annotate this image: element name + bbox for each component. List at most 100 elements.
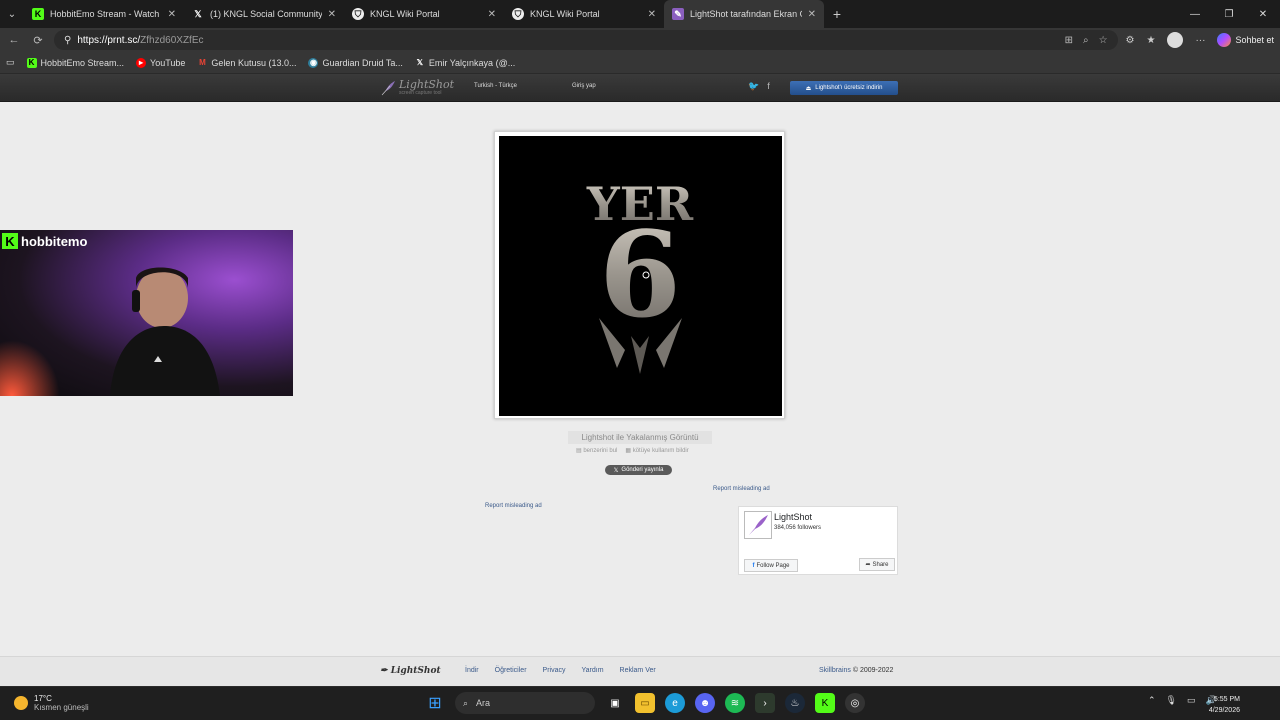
download-button[interactable]: ⏏ Lightshot'ı ücretsiz indirin [790,81,898,95]
streamer-figure [110,267,220,396]
minimize-icon[interactable]: — [1178,0,1212,28]
footer-copyright: Skillbrains © 2009-2022 [819,667,893,674]
footer-link-advertise[interactable]: Reklam Ver [620,667,656,674]
back-arrow-icon[interactable]: ← [6,34,22,46]
footer-link-help[interactable]: Yardım [581,667,603,674]
footer-logo[interactable]: ✒ LightShot [380,666,441,676]
copilot-button[interactable]: Sohbet et [1217,33,1274,47]
screenshot-image[interactable]: YER 6 [499,136,782,416]
file-explorer-icon[interactable]: ▭ [635,693,655,713]
report-ad-link-left[interactable]: Report misleading ad [485,503,542,509]
feather-icon [381,81,395,96]
report-abuse-link[interactable]: ▦ kötüye kullanım bildir [625,447,688,454]
window-controls: — ❐ ✕ [1178,0,1280,28]
share-button[interactable]: ➦ Share [859,558,895,571]
bookmark-gmail[interactable]: M Gelen Kutusu (13.0... [197,58,296,68]
favorites-icon[interactable]: ★ [1147,35,1156,46]
kick-channel-badge: K hobbitemo [2,233,87,249]
tab-title: (1) KNGL Social Community / X [210,9,322,19]
network-icon[interactable]: ▭ [1187,695,1196,706]
edge-browser-icon[interactable]: e [665,693,685,713]
obs-icon[interactable]: ◎ [845,693,865,713]
x-icon: 𝕏 [416,58,424,67]
post-tweet-button[interactable]: 𝕏 Gönderi yayınla [605,465,672,475]
bookmark-emir[interactable]: 𝕏 Emir Yalçınkaya (@... [415,58,516,68]
close-icon[interactable]: ✕ [648,9,656,20]
footer-link-download[interactable]: İndir [465,667,479,674]
tab-kngl-wiki-1[interactable]: ⛉ KNGL Wiki Portal ✕ [344,0,504,28]
taskbar-search-input[interactable]: ⌕ Ara [455,692,595,714]
bookmarks-bar: ▭ K HobbitEmo Stream... ▸ YouTube M Gele… [0,52,1280,74]
tab-hobbitemo-stream[interactable]: K HobbitEmo Stream - Watch Live o ✕ [24,0,184,28]
tab-lightshot[interactable]: ✎ LightShot tarafından Ekran Görünt ✕ [664,0,824,28]
twitter-icon[interactable]: 🐦 [748,81,759,92]
discord-icon[interactable]: ☻ [695,693,715,713]
logo-name: LightShot [399,78,455,91]
close-window-icon[interactable]: ✕ [1246,0,1280,28]
tab-actions-chevron-icon[interactable]: ⌄ [0,0,24,28]
clock-time: 5:55 PM [1213,696,1240,703]
favorite-star-icon[interactable]: ☆ [1099,35,1108,46]
url-actions: ⊞ ⌕ ☆ [1065,35,1108,46]
follow-page-button[interactable]: f Follow Page [744,559,798,572]
find-similar-label: benzerini bul [583,448,618,454]
close-icon[interactable]: ✕ [808,9,816,20]
bookmarks-toggle-icon[interactable]: ▭ [6,57,15,68]
extensions-icon[interactable]: ⚙ [1126,35,1135,46]
close-icon[interactable]: ✕ [488,9,496,20]
start-windows-icon[interactable]: ⊞ [425,693,445,713]
report-ad-link-right[interactable]: Report misleading ad [713,486,770,492]
task-view-icon[interactable]: ▣ [605,693,625,713]
temperature: 17°C [34,694,52,703]
lightshot-logo[interactable]: LightShot screen capture tool [380,78,470,98]
facebook-page-widget: LightShot 384,056 followers f Follow Pag… [738,506,898,575]
address-bar-row: ← ⟳ ⚲ https://prnt.sc/ Zfhzd60XZfEc ⊞ ⌕ … [0,28,1280,52]
tab-title: KNGL Wiki Portal [530,9,600,19]
bookmark-guardian-druid[interactable]: ◉ Guardian Druid Ta... [308,57,403,68]
profile-avatar[interactable] [1167,32,1184,48]
share-arrow-icon: ➦ [865,562,871,568]
facebook-icon[interactable]: f [767,81,770,92]
bookmark-label: YouTube [150,57,186,68]
terminal-icon[interactable]: › [755,693,775,713]
skillbrains-link[interactable]: Skillbrains [819,667,851,674]
lightshot-icon: ✎ [672,8,684,20]
tab-kngl-social[interactable]: 𝕏 (1) KNGL Social Community / X ✕ [184,0,344,28]
new-tab-plus-icon[interactable]: + [824,0,850,28]
find-similar-link[interactable]: ▤ benzerini bul [576,447,617,454]
tray-chevron-icon[interactable]: ⌃ [1148,695,1156,706]
login-link[interactable]: Giriş yap [572,83,596,89]
search-icon: ⌕ [463,697,469,708]
zoom-icon[interactable]: ⌕ [1083,35,1089,46]
more-menu-icon[interactable]: ··· [1195,35,1205,46]
tab-title: KNGL Wiki Portal [370,9,440,19]
fb-page-name[interactable]: LightShot [774,512,812,522]
x-icon: 𝕏 [194,8,202,19]
footer-link-privacy[interactable]: Privacy [543,667,566,674]
footer-link-tutorials[interactable]: Öğreticiler [495,667,527,674]
url-input[interactable]: ⚲ https://prnt.sc/ Zfhzd60XZfEc ⊞ ⌕ ☆ [54,30,1118,50]
bookmark-hobbitemo[interactable]: K HobbitEmo Stream... [26,57,124,68]
spotify-icon[interactable]: ≋ [725,693,745,713]
close-icon[interactable]: ✕ [168,9,176,20]
kick-app-icon[interactable]: K [815,693,835,713]
screenshot-caption: Lightshot ile Yakalanmış Görüntü [568,431,712,444]
copilot-icon [1217,33,1232,47]
app-install-icon[interactable]: ⊞ [1065,35,1073,46]
lightshot-page-avatar[interactable] [744,511,772,539]
close-icon[interactable]: ✕ [328,9,336,20]
reload-icon[interactable]: ⟳ [30,34,46,47]
microphone-icon[interactable]: 🎙 [1166,695,1177,706]
kick-icon: K [26,57,37,68]
url-path: Zfhzd60XZfEc [140,34,204,46]
bookmark-youtube[interactable]: ▸ YouTube [136,57,186,68]
weather-widget[interactable]: 17°C Kısmen güneşli [14,694,89,712]
webcam-overlay: K hobbitemo [0,230,293,396]
tab-kngl-wiki-2[interactable]: ⛉ KNGL Wiki Portal ✕ [504,0,664,28]
steam-icon[interactable]: ♨ [785,693,805,713]
system-clock[interactable]: 5:55 PM 4/29/2026 [1200,694,1240,716]
language-select[interactable]: Turkish - Türkçe [474,83,517,89]
site-info-icon[interactable]: ⚲ [64,35,71,46]
restore-icon[interactable]: ❐ [1212,0,1246,28]
taskbar-apps: ⊞ ⌕ Ara ▣ ▭ e ☻ ≋ › ♨ K ◎ [425,692,865,714]
